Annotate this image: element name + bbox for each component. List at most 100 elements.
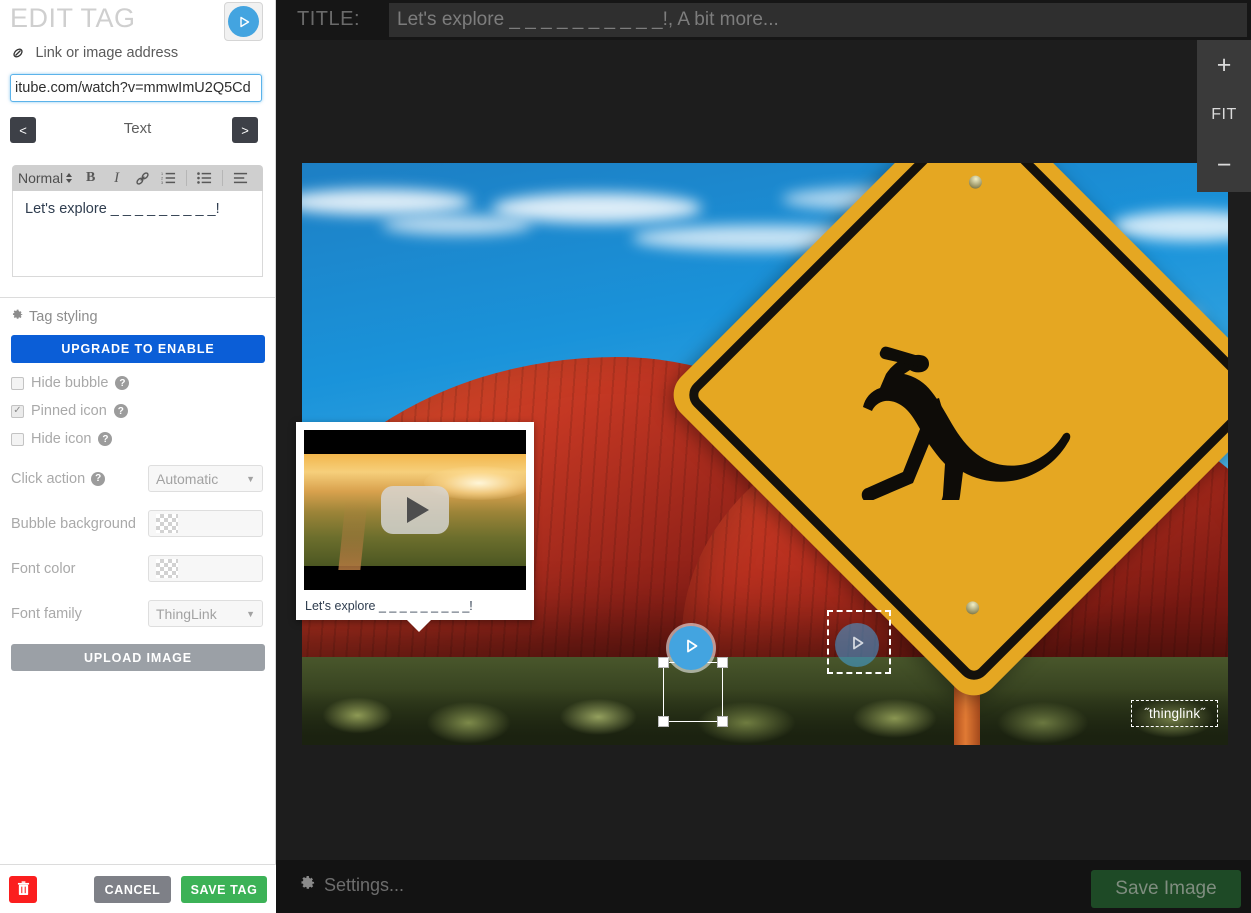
help-icon[interactable]: ? [115, 376, 130, 390]
font-color-picker[interactable] [148, 555, 263, 582]
resize-handle-nw[interactable] [658, 657, 669, 668]
align-icon[interactable] [232, 170, 249, 187]
zoom-controls: + FIT − [1197, 40, 1251, 192]
chevron-down-icon: ▼ [246, 473, 255, 484]
title-input[interactable]: Let's explore _ _ _ _ _ _ _ _ _ _!, A bi… [389, 3, 1247, 37]
trash-icon [17, 880, 30, 899]
youtube-play-icon[interactable] [381, 486, 449, 534]
font-family-select[interactable]: ThingLink ▼ [148, 600, 263, 627]
save-tag-button[interactable]: SAVE TAG [181, 876, 267, 903]
resize-handle-ne[interactable] [717, 657, 728, 668]
toolbar-separator [186, 170, 188, 186]
bubble-background-row: Bubble background [11, 510, 275, 537]
checkbox-pinned-icon[interactable]: Pinned icon ? [11, 403, 275, 419]
link-icon [10, 45, 26, 61]
link-field-row: Link or image address [10, 44, 275, 68]
help-icon[interactable]: ? [113, 404, 128, 418]
click-action-row: Click action ? Automatic ▼ [11, 465, 275, 492]
play-circle-icon [847, 633, 867, 658]
upgrade-to-enable-button[interactable]: UPGRADE TO ENABLE [11, 335, 265, 363]
format-select-value: Normal [18, 170, 64, 186]
page-title: EDIT TAG [10, 3, 136, 33]
font-color-row: Font color [11, 555, 275, 582]
zoom-in-button[interactable]: + [1197, 40, 1251, 90]
cancel-button[interactable]: CANCEL [94, 876, 171, 903]
editor-content[interactable]: Let's explore _ _ _ _ _ _ _ _ _! [12, 191, 263, 277]
preview-pointer [405, 618, 433, 632]
edit-tag-sidebar: EDIT TAG Link or image address < Text > … [0, 0, 276, 913]
updown-caret-icon [66, 173, 73, 183]
checkbox-box[interactable] [11, 376, 24, 390]
tag-marker-secondary[interactable] [835, 623, 879, 667]
bubble-background-color-picker[interactable] [148, 510, 263, 537]
tag-type-button[interactable] [224, 2, 263, 41]
tag-type-nav: < Text > [0, 117, 275, 151]
checkbox-label: Hide icon [31, 431, 92, 447]
checkbox-hide-icon[interactable]: Hide icon ? [11, 431, 275, 447]
link-icon[interactable] [134, 170, 151, 187]
cloud [382, 215, 532, 235]
checkbox-label: Hide bubble [31, 375, 109, 391]
italic-icon[interactable]: I [108, 170, 125, 187]
click-action-label-wrap: Click action ? [11, 471, 148, 487]
click-action-label: Click action [11, 470, 86, 487]
checkbox-hide-bubble[interactable]: Hide bubble ? [11, 375, 275, 391]
color-swatch [156, 514, 178, 533]
click-action-select[interactable]: Automatic ▼ [148, 465, 263, 492]
cloud [492, 193, 702, 223]
gear-icon [298, 874, 316, 897]
preview-caption: Let's explore _ _ _ _ _ _ _ _ _! [305, 599, 473, 613]
sidebar-header: EDIT TAG [0, 0, 275, 42]
zoom-fit-button[interactable]: FIT [1197, 90, 1251, 140]
ordered-list-icon[interactable]: 123 [160, 170, 177, 187]
tag-preview-popup[interactable]: Let's explore _ _ _ _ _ _ _ _ _! [296, 422, 534, 632]
help-icon[interactable]: ? [98, 432, 113, 446]
resize-handle-se[interactable] [717, 716, 728, 727]
font-family-label: Font family [11, 605, 82, 622]
delete-tag-button[interactable] [9, 876, 37, 903]
svg-text:3: 3 [161, 181, 163, 185]
thinglink-editor: EDIT TAG Link or image address < Text > … [0, 0, 1251, 913]
bold-icon[interactable]: B [82, 170, 99, 187]
zoom-out-button[interactable]: − [1197, 140, 1251, 190]
checkbox-label: Pinned icon [31, 403, 107, 419]
bottom-bar: Settings... Save Image [276, 860, 1251, 913]
rich-text-editor: Normal B I 123 Let's explore _ _ _ _ _ _… [12, 165, 263, 277]
url-input[interactable] [10, 74, 262, 102]
help-icon[interactable]: ? [91, 471, 106, 486]
settings-button[interactable]: Settings... [298, 874, 404, 897]
gear-icon [10, 308, 24, 326]
tag-selection-box[interactable] [658, 657, 728, 727]
checkbox-box[interactable] [11, 432, 24, 446]
nav-next-button[interactable]: > [232, 117, 258, 143]
bushes [302, 671, 1228, 745]
chevron-down-icon: ▼ [246, 608, 255, 619]
upload-image-button[interactable]: UPLOAD IMAGE [11, 644, 265, 671]
toolbar-separator [222, 170, 224, 186]
resize-handle-sw[interactable] [658, 716, 669, 727]
play-circle-icon [228, 6, 259, 37]
tag-styling-label: Tag styling [29, 309, 98, 325]
color-swatch [156, 559, 178, 578]
bubble-background-label: Bubble background [11, 515, 136, 532]
editor-toolbar: Normal B I 123 [12, 165, 263, 191]
checkbox-box[interactable] [11, 404, 24, 418]
tag-marker-selected[interactable] [669, 626, 713, 670]
tag-styling-header: Tag styling [10, 308, 275, 326]
format-select[interactable]: Normal [18, 170, 73, 186]
link-field-label: Link or image address [35, 44, 179, 61]
sidebar-divider [0, 297, 275, 298]
kangaroo-icon [754, 175, 1194, 615]
image-canvas[interactable]: + FIT − ˝thinglink˝ Let's explore _ _ _ … [276, 40, 1251, 860]
font-color-label: Font color [11, 560, 76, 577]
bullet-list-icon[interactable] [196, 170, 213, 187]
save-image-button[interactable]: Save Image [1091, 870, 1241, 908]
main-area: TITLE: Let's explore _ _ _ _ _ _ _ _ _ _… [276, 0, 1251, 913]
click-action-value: Automatic [156, 470, 219, 487]
video-thumbnail[interactable] [304, 430, 526, 590]
title-bar: TITLE: Let's explore _ _ _ _ _ _ _ _ _ _… [276, 0, 1251, 40]
watermark: ˝thinglink˝ [1131, 700, 1218, 727]
play-circle-icon [681, 636, 701, 661]
settings-label: Settings... [324, 875, 405, 895]
font-family-row: Font family ThingLink ▼ [11, 600, 275, 627]
